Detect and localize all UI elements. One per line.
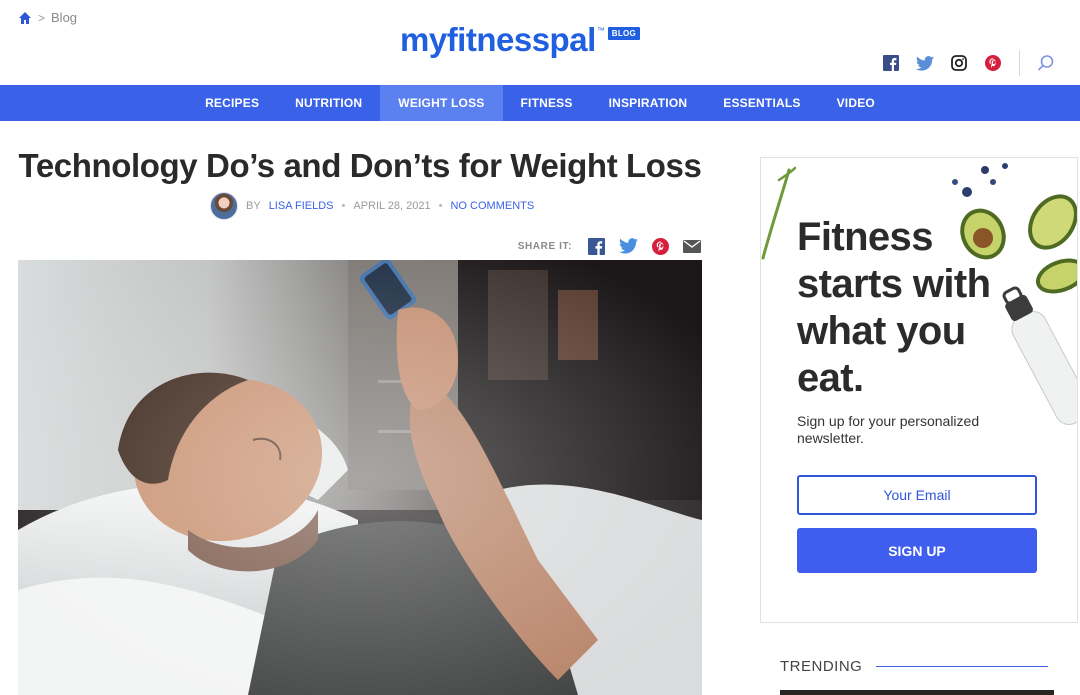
comments-link[interactable]: NO COMMENTS	[450, 200, 534, 212]
nav-item-essentials[interactable]: ESSENTIALS	[705, 85, 818, 121]
nav-item-nutrition[interactable]: NUTRITION	[277, 85, 380, 121]
logo-trademark: ™	[596, 26, 605, 35]
breadcrumb-separator: >	[38, 10, 46, 25]
byline-dot: •	[438, 200, 443, 212]
hero-illustration	[18, 260, 702, 695]
share-bar: SHARE IT:	[518, 236, 702, 256]
nav-item-inspiration[interactable]: INSPIRATION	[591, 85, 706, 121]
twitter-icon[interactable]	[915, 53, 935, 73]
newsletter-ad: Fitness starts with what you eat. Sign u…	[760, 157, 1078, 623]
article-byline: BY LISA FIELDS • APRIL 28, 2021 • NO COM…	[210, 192, 534, 220]
byline-by: BY	[246, 200, 261, 212]
byline-dot: •	[341, 200, 346, 212]
facebook-icon[interactable]	[881, 53, 901, 73]
logo-text: myfitnesspal	[400, 21, 596, 58]
search-icon[interactable]	[1036, 53, 1056, 73]
social-links	[881, 50, 1056, 76]
author-avatar[interactable]	[210, 192, 238, 220]
instagram-icon[interactable]	[949, 53, 969, 73]
nav-item-weight-loss[interactable]: WEIGHT LOSS	[380, 85, 503, 121]
breadcrumb: > Blog	[18, 10, 77, 25]
pinterest-icon[interactable]	[983, 53, 1003, 73]
sign-up-button[interactable]: SIGN UP	[797, 528, 1037, 573]
email-field[interactable]: Your Email	[797, 475, 1037, 515]
share-label: SHARE IT:	[517, 240, 572, 252]
nav-item-recipes[interactable]: RECIPES	[187, 85, 277, 121]
article-hero-image	[18, 260, 702, 695]
share-twitter-icon[interactable]	[618, 236, 638, 256]
trending-header: TRENDING	[780, 658, 1049, 675]
header-divider	[1019, 50, 1020, 76]
site-header: > Blog myfitnesspal ™ BLOG	[0, 0, 1080, 85]
ad-headline: Fitness starts with what you eat.	[797, 215, 991, 400]
main-nav: RECIPES NUTRITION WEIGHT LOSS FITNESS IN…	[0, 85, 1080, 121]
author-link[interactable]: LISA FIELDS	[269, 200, 334, 212]
trending-label: TRENDING	[780, 658, 863, 675]
home-icon[interactable]	[18, 11, 32, 25]
breadcrumb-current[interactable]: Blog	[51, 10, 77, 25]
nav-item-video[interactable]: VIDEO	[819, 85, 893, 121]
share-pinterest-icon[interactable]	[650, 236, 670, 256]
trending-divider	[876, 665, 1049, 668]
site-logo[interactable]: myfitnesspal ™ BLOG	[400, 21, 641, 58]
nav-item-fitness[interactable]: FITNESS	[503, 85, 591, 121]
share-facebook-icon[interactable]	[586, 236, 606, 256]
article-title: Technology Do’s and Don’ts for Weight Lo…	[18, 147, 702, 184]
publish-date: APRIL 28, 2021	[353, 200, 431, 212]
trending-thumbnail[interactable]	[780, 690, 1054, 695]
logo-blog-badge: BLOG	[607, 27, 641, 40]
share-email-icon[interactable]	[682, 236, 702, 256]
ad-subtext: Sign up for your personalized newsletter…	[797, 413, 980, 446]
